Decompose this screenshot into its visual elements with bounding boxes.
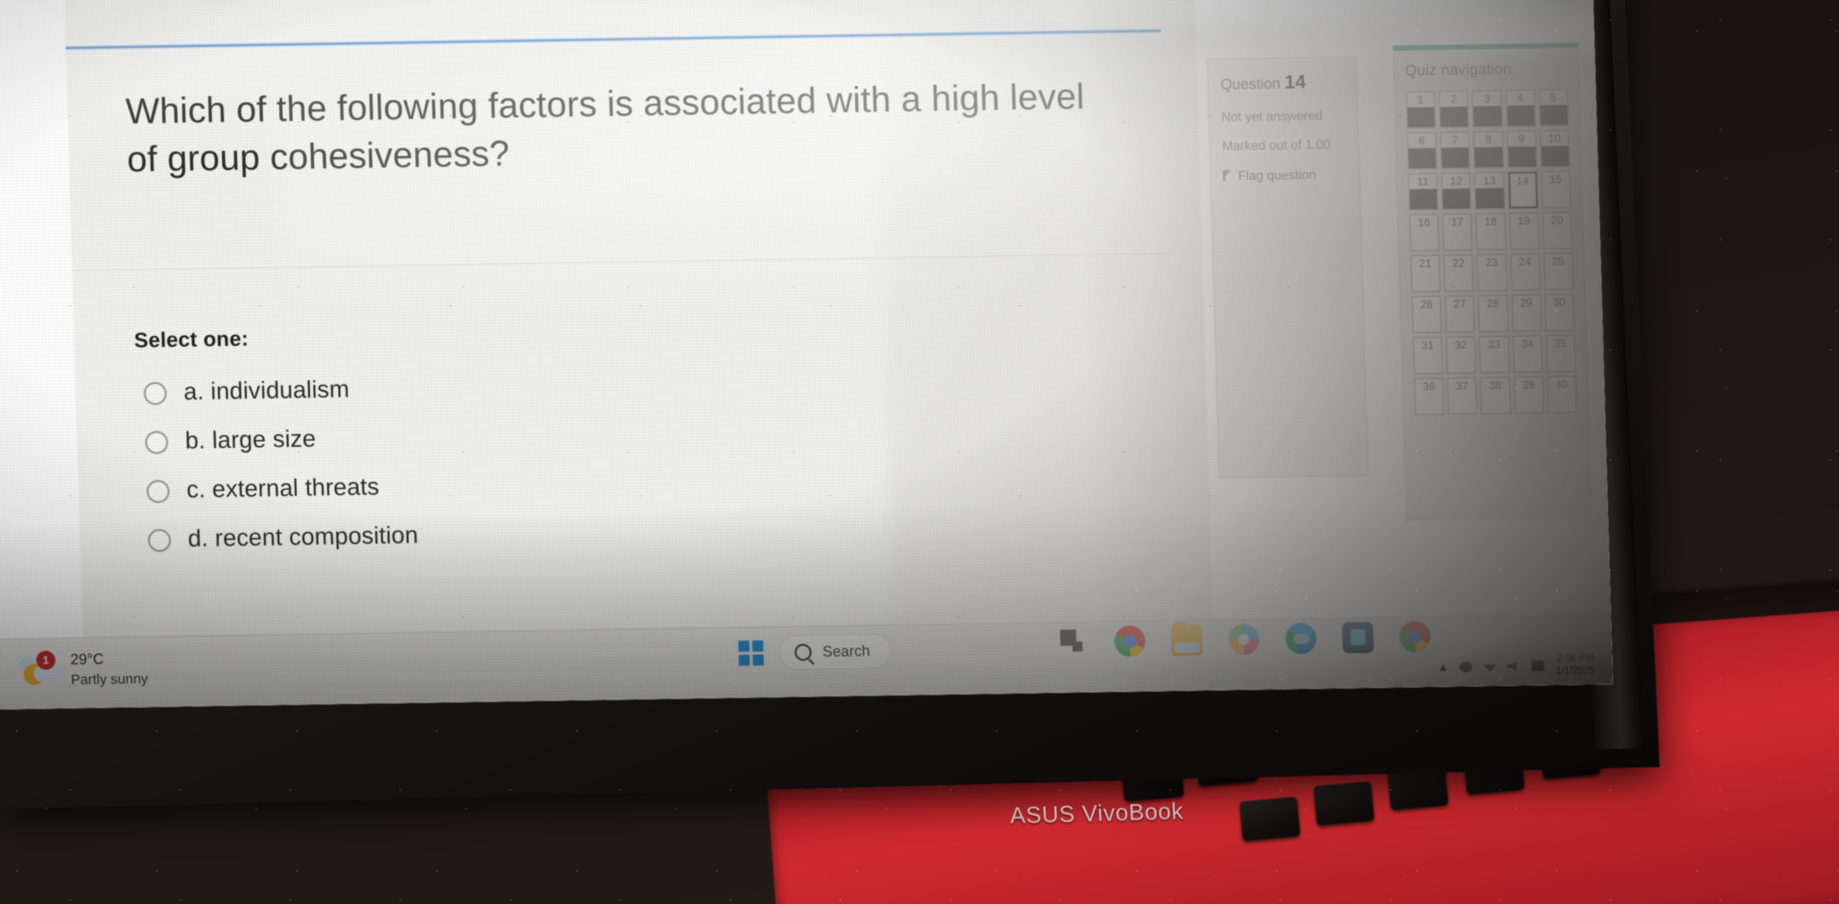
quiz-nav-button-33[interactable]: 33 — [1479, 335, 1510, 374]
question-number-value: 14 — [1284, 72, 1307, 94]
quiz-nav-button-9[interactable]: 9 — [1506, 130, 1537, 168]
radio-button-d[interactable] — [147, 528, 172, 552]
question-status: Not yet answered — [1221, 107, 1323, 125]
file-explorer-icon[interactable] — [1170, 624, 1203, 657]
search-placeholder: Search — [822, 642, 871, 661]
chrome-icon[interactable] — [1113, 625, 1146, 657]
answer-option-label: c. external threats — [186, 473, 380, 504]
answer-option-label: a. individualism — [183, 375, 350, 406]
taskbar-clock[interactable]: 2:06 PM 1/1/2025 — [1555, 652, 1595, 678]
quiz-nav-button-37[interactable]: 37 — [1447, 377, 1478, 415]
laptop-screen: …an & Peperiksaan MID SEMESTER EXAMINATI… — [0, 0, 1613, 710]
quiz-navigation-grid: 1 2 3 4 5 6 7 8 9 10 11 12 13 14 15 16 17 18 19 20 21 22 23 24 2… — [1405, 88, 1578, 416]
system-tray: ▲ 2:06 PM 1/1/2025 — [1437, 652, 1595, 679]
quiz-nav-button-29[interactable]: 29 — [1511, 294, 1542, 332]
answer-option-label: d. recent composition — [187, 521, 419, 553]
question-marks: Marked out of 1.00 — [1222, 136, 1331, 154]
quiz-nav-button-20[interactable]: 20 — [1542, 211, 1573, 250]
quiz-nav-button-32[interactable]: 32 — [1446, 336, 1477, 374]
quiz-nav-button-18[interactable]: 18 — [1475, 212, 1506, 251]
clock-time: 2:06 PM — [1556, 652, 1595, 664]
question-number-label: Question — [1220, 75, 1281, 94]
quiz-nav-button-11[interactable]: 11 — [1408, 172, 1439, 211]
start-button[interactable] — [738, 640, 764, 666]
quiz-nav-button-5[interactable]: 5 — [1538, 88, 1569, 127]
quiz-nav-button-16[interactable]: 16 — [1409, 213, 1440, 252]
task-view-icon[interactable] — [1057, 626, 1089, 657]
quiz-nav-button-21[interactable]: 21 — [1410, 254, 1441, 293]
flag-question-label: Flag question — [1237, 166, 1317, 183]
quiz-nav-button-38[interactable]: 38 — [1480, 376, 1511, 415]
quiz-nav-button-2[interactable]: 2 — [1438, 90, 1470, 128]
volume-icon[interactable] — [1507, 661, 1520, 672]
clock-date: 1/1/2025 — [1555, 664, 1595, 677]
quiz-nav-button-36[interactable]: 36 — [1414, 377, 1445, 416]
question-text: Which of the following factors is associ… — [124, 75, 1085, 180]
weather-temperature: 29°C — [70, 650, 105, 669]
quiz-nav-button-10[interactable]: 10 — [1539, 129, 1571, 168]
weather-description: Partly sunny — [70, 669, 149, 688]
quiz-nav-button-6[interactable]: 6 — [1406, 131, 1438, 170]
flag-icon — [1223, 170, 1232, 181]
quiz-nav-button-8[interactable]: 8 — [1473, 130, 1504, 169]
quiz-nav-button-4[interactable]: 4 — [1505, 89, 1536, 127]
chevron-up-icon[interactable]: ▲ — [1437, 661, 1448, 673]
quiz-nav-button-34[interactable]: 34 — [1512, 335, 1543, 373]
battery-icon[interactable] — [1531, 660, 1545, 672]
weather-icon: 1 — [19, 650, 60, 688]
quiz-navigation-title: Quiz navigation — [1404, 60, 1512, 80]
quiz-nav-button-15[interactable]: 15 — [1540, 170, 1572, 209]
quiz-nav-button-24[interactable]: 24 — [1510, 253, 1541, 291]
answer-option-label: b. large size — [184, 425, 317, 455]
answer-options-list: a. individualism b. large size c. extern… — [143, 357, 909, 565]
quiz-nav-button-27[interactable]: 27 — [1444, 295, 1476, 333]
quiz-nav-button-26[interactable]: 26 — [1411, 295, 1442, 334]
quiz-nav-button-23[interactable]: 23 — [1476, 253, 1508, 292]
taskbar-app-icons — [1057, 620, 1431, 658]
quiz-nav-button-31[interactable]: 31 — [1412, 336, 1444, 375]
chrome-secondary-icon[interactable] — [1399, 620, 1431, 653]
quiz-nav-button-28[interactable]: 28 — [1478, 294, 1509, 333]
quiz-nav-button-12[interactable]: 12 — [1441, 172, 1472, 210]
quiz-nav-button-25[interactable]: 25 — [1543, 252, 1574, 291]
taskbar-search-box[interactable]: Search — [779, 633, 892, 671]
edge-icon[interactable] — [1284, 622, 1317, 655]
radio-button-a[interactable] — [143, 381, 168, 405]
copilot-icon[interactable] — [1227, 623, 1260, 656]
onedrive-icon[interactable] — [1459, 661, 1473, 673]
radio-button-b[interactable] — [144, 430, 169, 454]
radio-button-c[interactable] — [146, 479, 170, 503]
quiz-nav-button-22[interactable]: 22 — [1443, 254, 1474, 292]
weather-widget[interactable]: 1 29°C Partly sunny — [19, 649, 148, 689]
question-number: Question 14 — [1220, 71, 1345, 95]
quiz-nav-button-13[interactable]: 13 — [1474, 171, 1505, 210]
question-info-panel: Question 14 Not yet answered Marked out … — [1206, 56, 1369, 479]
quiz-navigation-panel: Quiz navigation 1 2 3 4 5 6 7 8 9 10 11 12 13 14 15 16 1… — [1392, 42, 1593, 521]
quiz-nav-button-7[interactable]: 7 — [1440, 131, 1471, 169]
brand-logo-label: ASUS VivoBook — [1009, 797, 1185, 829]
quiz-nav-button-40[interactable]: 40 — [1546, 375, 1578, 414]
quiz-nav-button-19[interactable]: 19 — [1508, 212, 1540, 250]
quiz-nav-button-14[interactable]: 14 — [1507, 171, 1538, 209]
quiz-nav-button-17[interactable]: 17 — [1442, 213, 1473, 251]
flag-question-button[interactable]: Flag question — [1223, 166, 1347, 183]
store-icon[interactable] — [1341, 621, 1374, 654]
select-one-label: Select one: — [133, 327, 249, 353]
quiz-nav-button-35[interactable]: 35 — [1545, 334, 1576, 373]
quiz-nav-button-30[interactable]: 30 — [1544, 293, 1575, 332]
quiz-nav-button-3[interactable]: 3 — [1472, 89, 1503, 128]
moodle-page: …an & Peperiksaan MID SEMESTER EXAMINATI… — [0, 0, 1613, 710]
quiz-nav-button-1[interactable]: 1 — [1405, 90, 1437, 129]
photo-scene: ASUS VivoBook …an & Peperiksaan MID SEME… — [0, 0, 1839, 904]
wifi-icon[interactable] — [1483, 661, 1496, 672]
quiz-nav-button-39[interactable]: 39 — [1513, 376, 1544, 414]
search-icon — [794, 643, 812, 661]
